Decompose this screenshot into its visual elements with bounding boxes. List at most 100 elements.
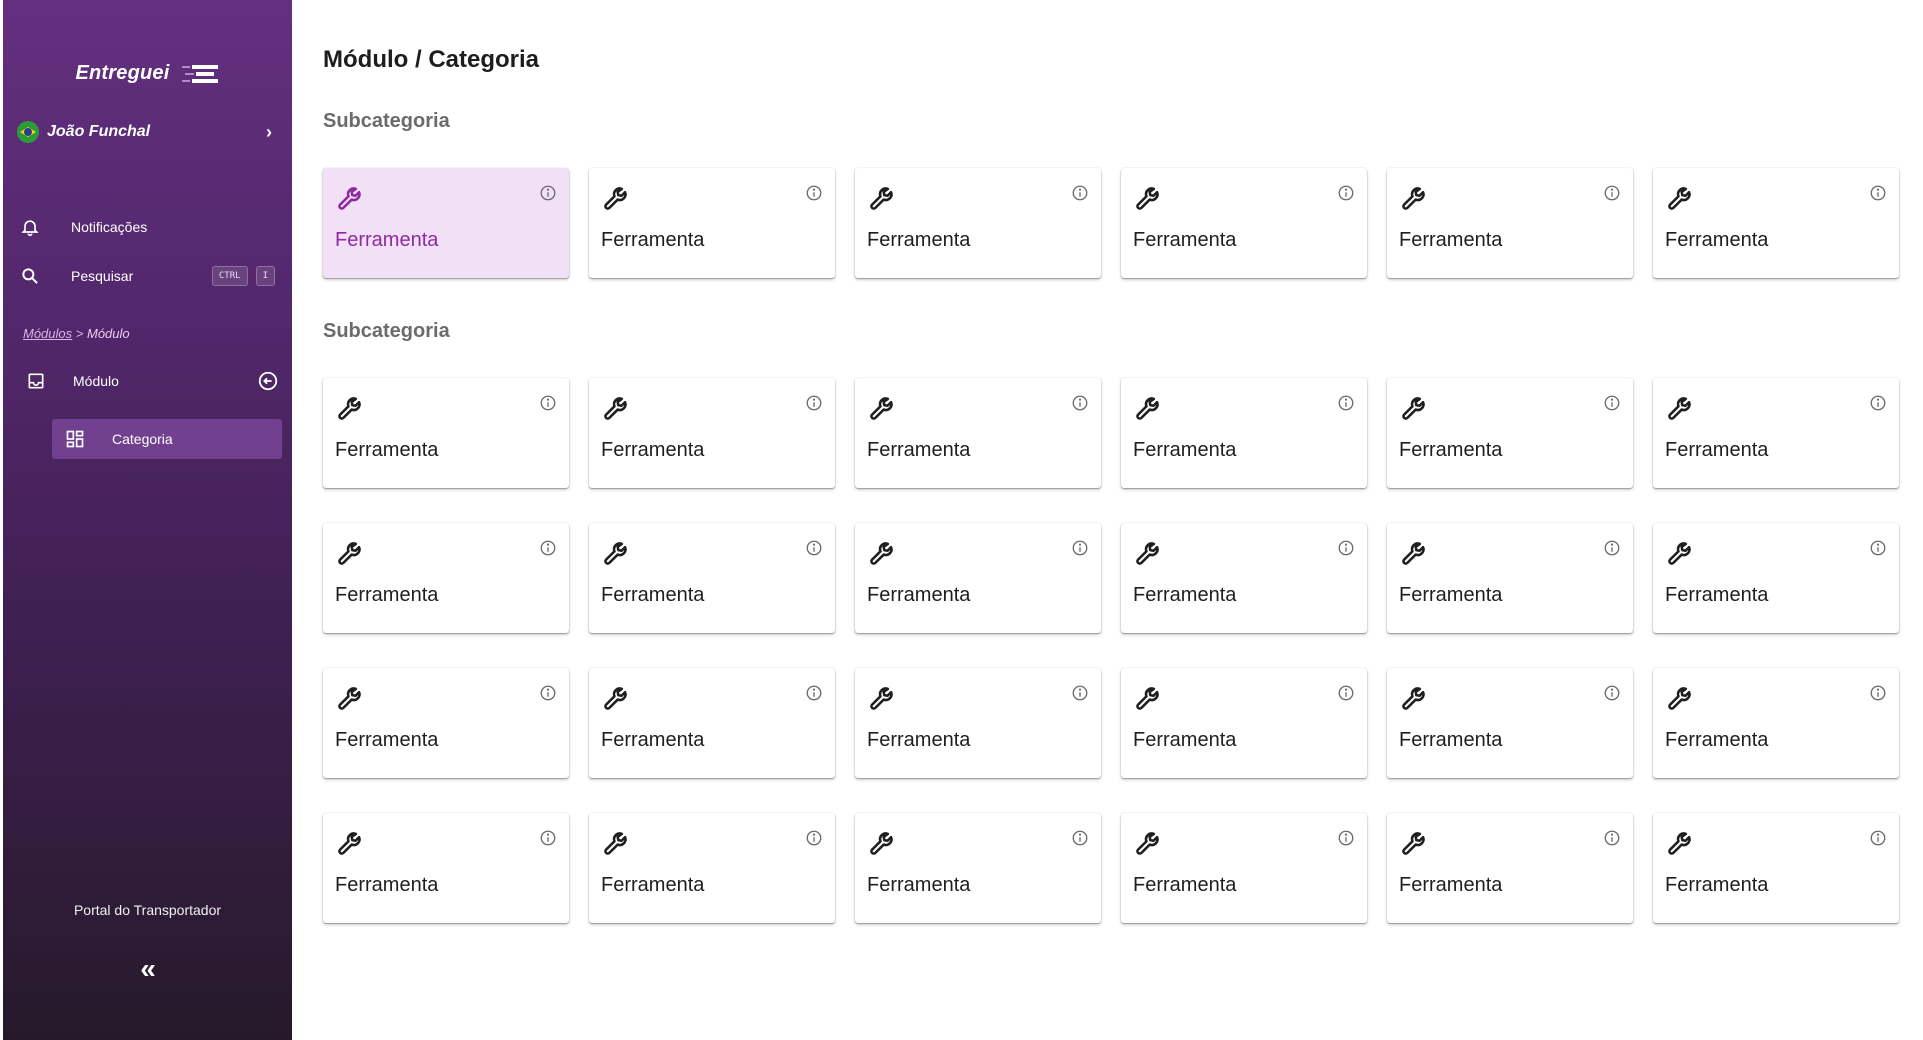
tool-card[interactable]: Ferramenta — [323, 523, 569, 633]
info-icon[interactable] — [539, 684, 557, 702]
search-label: Pesquisar — [71, 268, 134, 284]
info-icon[interactable] — [1071, 539, 1089, 557]
info-icon[interactable] — [1603, 184, 1621, 202]
tool-card-label: Ferramenta — [1665, 584, 1769, 606]
tool-card[interactable]: Ferramenta — [1653, 523, 1899, 633]
user-menu[interactable]: João Funchal › — [17, 120, 279, 144]
info-icon[interactable] — [1071, 829, 1089, 847]
tool-card[interactable]: Ferramenta — [323, 813, 569, 923]
info-icon[interactable] — [539, 829, 557, 847]
tool-card[interactable]: Ferramenta — [855, 168, 1101, 278]
tool-card[interactable]: Ferramenta — [1121, 168, 1367, 278]
info-icon[interactable] — [1869, 829, 1887, 847]
wrench-icon — [867, 180, 901, 214]
section-title: Subcategoria — [323, 320, 450, 342]
tool-card[interactable]: Ferramenta — [855, 813, 1101, 923]
info-icon[interactable] — [1337, 394, 1355, 412]
info-icon[interactable] — [1071, 684, 1089, 702]
wrench-icon — [867, 680, 901, 714]
tool-card-label: Ferramenta — [1133, 439, 1237, 461]
breadcrumb: Módulos > Módulo — [23, 326, 130, 341]
sidebar-item-search[interactable]: Pesquisar CTRL I — [17, 260, 279, 292]
tool-card[interactable]: Ferramenta — [1387, 668, 1633, 778]
tool-card-label: Ferramenta — [867, 439, 971, 461]
info-icon[interactable] — [805, 539, 823, 557]
tool-card[interactable]: Ferramenta — [1121, 523, 1367, 633]
tool-card[interactable]: Ferramenta — [1387, 378, 1633, 488]
tool-card[interactable]: Ferramenta — [323, 168, 569, 278]
module-label: Módulo — [73, 373, 119, 389]
tool-card-label: Ferramenta — [601, 874, 705, 896]
tool-card[interactable]: Ferramenta — [855, 668, 1101, 778]
info-icon[interactable] — [1603, 684, 1621, 702]
tool-card[interactable]: Ferramenta — [1653, 378, 1899, 488]
back-circle-icon[interactable] — [257, 370, 279, 392]
info-icon[interactable] — [1869, 184, 1887, 202]
tool-card[interactable]: Ferramenta — [1121, 668, 1367, 778]
sidebar-item-module[interactable]: Módulo — [23, 365, 279, 397]
info-icon[interactable] — [1071, 394, 1089, 412]
notifications-label: Notificações — [71, 219, 148, 235]
wrench-icon — [1399, 535, 1433, 569]
tool-card[interactable]: Ferramenta — [589, 168, 835, 278]
info-icon[interactable] — [1869, 394, 1887, 412]
info-icon[interactable] — [1337, 184, 1355, 202]
tool-card[interactable]: Ferramenta — [1653, 668, 1899, 778]
tool-card[interactable]: Ferramenta — [1387, 168, 1633, 278]
tool-card[interactable]: Ferramenta — [589, 813, 835, 923]
sidebar: Entreguei João Funchal › Notificações Pe… — [3, 0, 292, 1040]
info-icon[interactable] — [805, 684, 823, 702]
tool-grid: Ferramenta Ferramenta Ferramenta Ferramenta… — [323, 168, 1899, 278]
collapse-sidebar-button[interactable]: « — [134, 955, 162, 983]
tool-card-label: Ferramenta — [1133, 874, 1237, 896]
sidebar-item-category[interactable]: Categoria — [52, 419, 282, 459]
info-icon[interactable] — [1869, 539, 1887, 557]
info-icon[interactable] — [1603, 829, 1621, 847]
info-icon[interactable] — [539, 184, 557, 202]
tool-card[interactable]: Ferramenta — [1653, 168, 1899, 278]
wrench-icon — [1133, 680, 1167, 714]
info-icon[interactable] — [805, 829, 823, 847]
info-icon[interactable] — [805, 394, 823, 412]
info-icon[interactable] — [539, 394, 557, 412]
kbd-key: I — [255, 266, 275, 286]
info-icon[interactable] — [805, 184, 823, 202]
wrench-icon — [1665, 180, 1699, 214]
portal-label: Portal do Transportador — [73, 902, 222, 918]
tool-card[interactable]: Ferramenta — [589, 378, 835, 488]
wrench-icon — [601, 535, 635, 569]
info-icon[interactable] — [1337, 539, 1355, 557]
chevron-right-icon: › — [266, 121, 272, 142]
tool-card[interactable]: Ferramenta — [589, 523, 835, 633]
wrench-icon — [1399, 825, 1433, 859]
info-icon[interactable] — [1869, 684, 1887, 702]
tool-card[interactable]: Ferramenta — [1653, 813, 1899, 923]
tool-card[interactable]: Ferramenta — [1121, 378, 1367, 488]
search-icon — [17, 263, 43, 289]
sidebar-item-notifications[interactable]: Notificações — [17, 211, 279, 243]
tool-card[interactable]: Ferramenta — [1387, 813, 1633, 923]
tool-card[interactable]: Ferramenta — [1121, 813, 1367, 923]
tool-card[interactable]: Ferramenta — [323, 378, 569, 488]
info-icon[interactable] — [1337, 684, 1355, 702]
tool-card[interactable]: Ferramenta — [323, 668, 569, 778]
page-title-module: Módulo — [323, 46, 409, 73]
wrench-icon — [1665, 535, 1699, 569]
tool-card[interactable]: Ferramenta — [1387, 523, 1633, 633]
tool-card-label: Ferramenta — [1399, 439, 1503, 461]
info-icon[interactable] — [1603, 539, 1621, 557]
breadcrumb-current: Módulo — [86, 326, 130, 341]
tool-card-label: Ferramenta — [867, 729, 971, 751]
info-icon[interactable] — [539, 539, 557, 557]
wrench-icon — [1665, 390, 1699, 424]
tool-card[interactable]: Ferramenta — [589, 668, 835, 778]
tool-card[interactable]: Ferramenta — [855, 378, 1101, 488]
info-icon[interactable] — [1337, 829, 1355, 847]
breadcrumb-root-link[interactable]: Módulos — [23, 326, 72, 341]
info-icon[interactable] — [1071, 184, 1089, 202]
page-title: Módulo / Categoria — [323, 46, 539, 74]
tool-card[interactable]: Ferramenta — [855, 523, 1101, 633]
section-title: Subcategoria — [323, 110, 450, 132]
info-icon[interactable] — [1603, 394, 1621, 412]
tool-card-label: Ferramenta — [335, 229, 439, 251]
